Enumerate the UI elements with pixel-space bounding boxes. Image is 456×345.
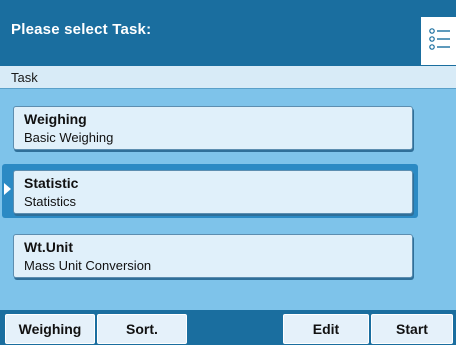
task-title: Statistic [24,175,79,191]
column-header-label: Task [11,70,38,85]
list-menu-button[interactable] [420,17,456,65]
column-header: Task [0,66,456,89]
page-title: Please select Task: [11,21,152,38]
start-softkey[interactable]: Start [371,314,453,344]
screen: Please select Task: Task Weighing Basic … [0,0,456,345]
selection-arrow-icon [4,183,11,195]
task-subtitle: Basic Weighing [24,130,114,145]
task-title: Weighing [24,111,87,127]
task-item-weighing[interactable]: Weighing Basic Weighing [13,106,413,150]
task-title: Wt.Unit [24,239,73,255]
list-menu-icon [429,28,450,50]
header-bar: Please select Task: [0,0,456,66]
task-subtitle: Statistics [24,194,77,209]
weighing-softkey[interactable]: Weighing [5,314,95,344]
edit-softkey[interactable]: Edit [283,314,369,344]
task-subtitle: Mass Unit Conversion [24,258,152,273]
task-item-statistic[interactable]: Statistic Statistics [13,170,413,214]
sort-softkey[interactable]: Sort. [97,314,187,344]
task-item-wt-unit[interactable]: Wt.Unit Mass Unit Conversion [13,234,413,278]
